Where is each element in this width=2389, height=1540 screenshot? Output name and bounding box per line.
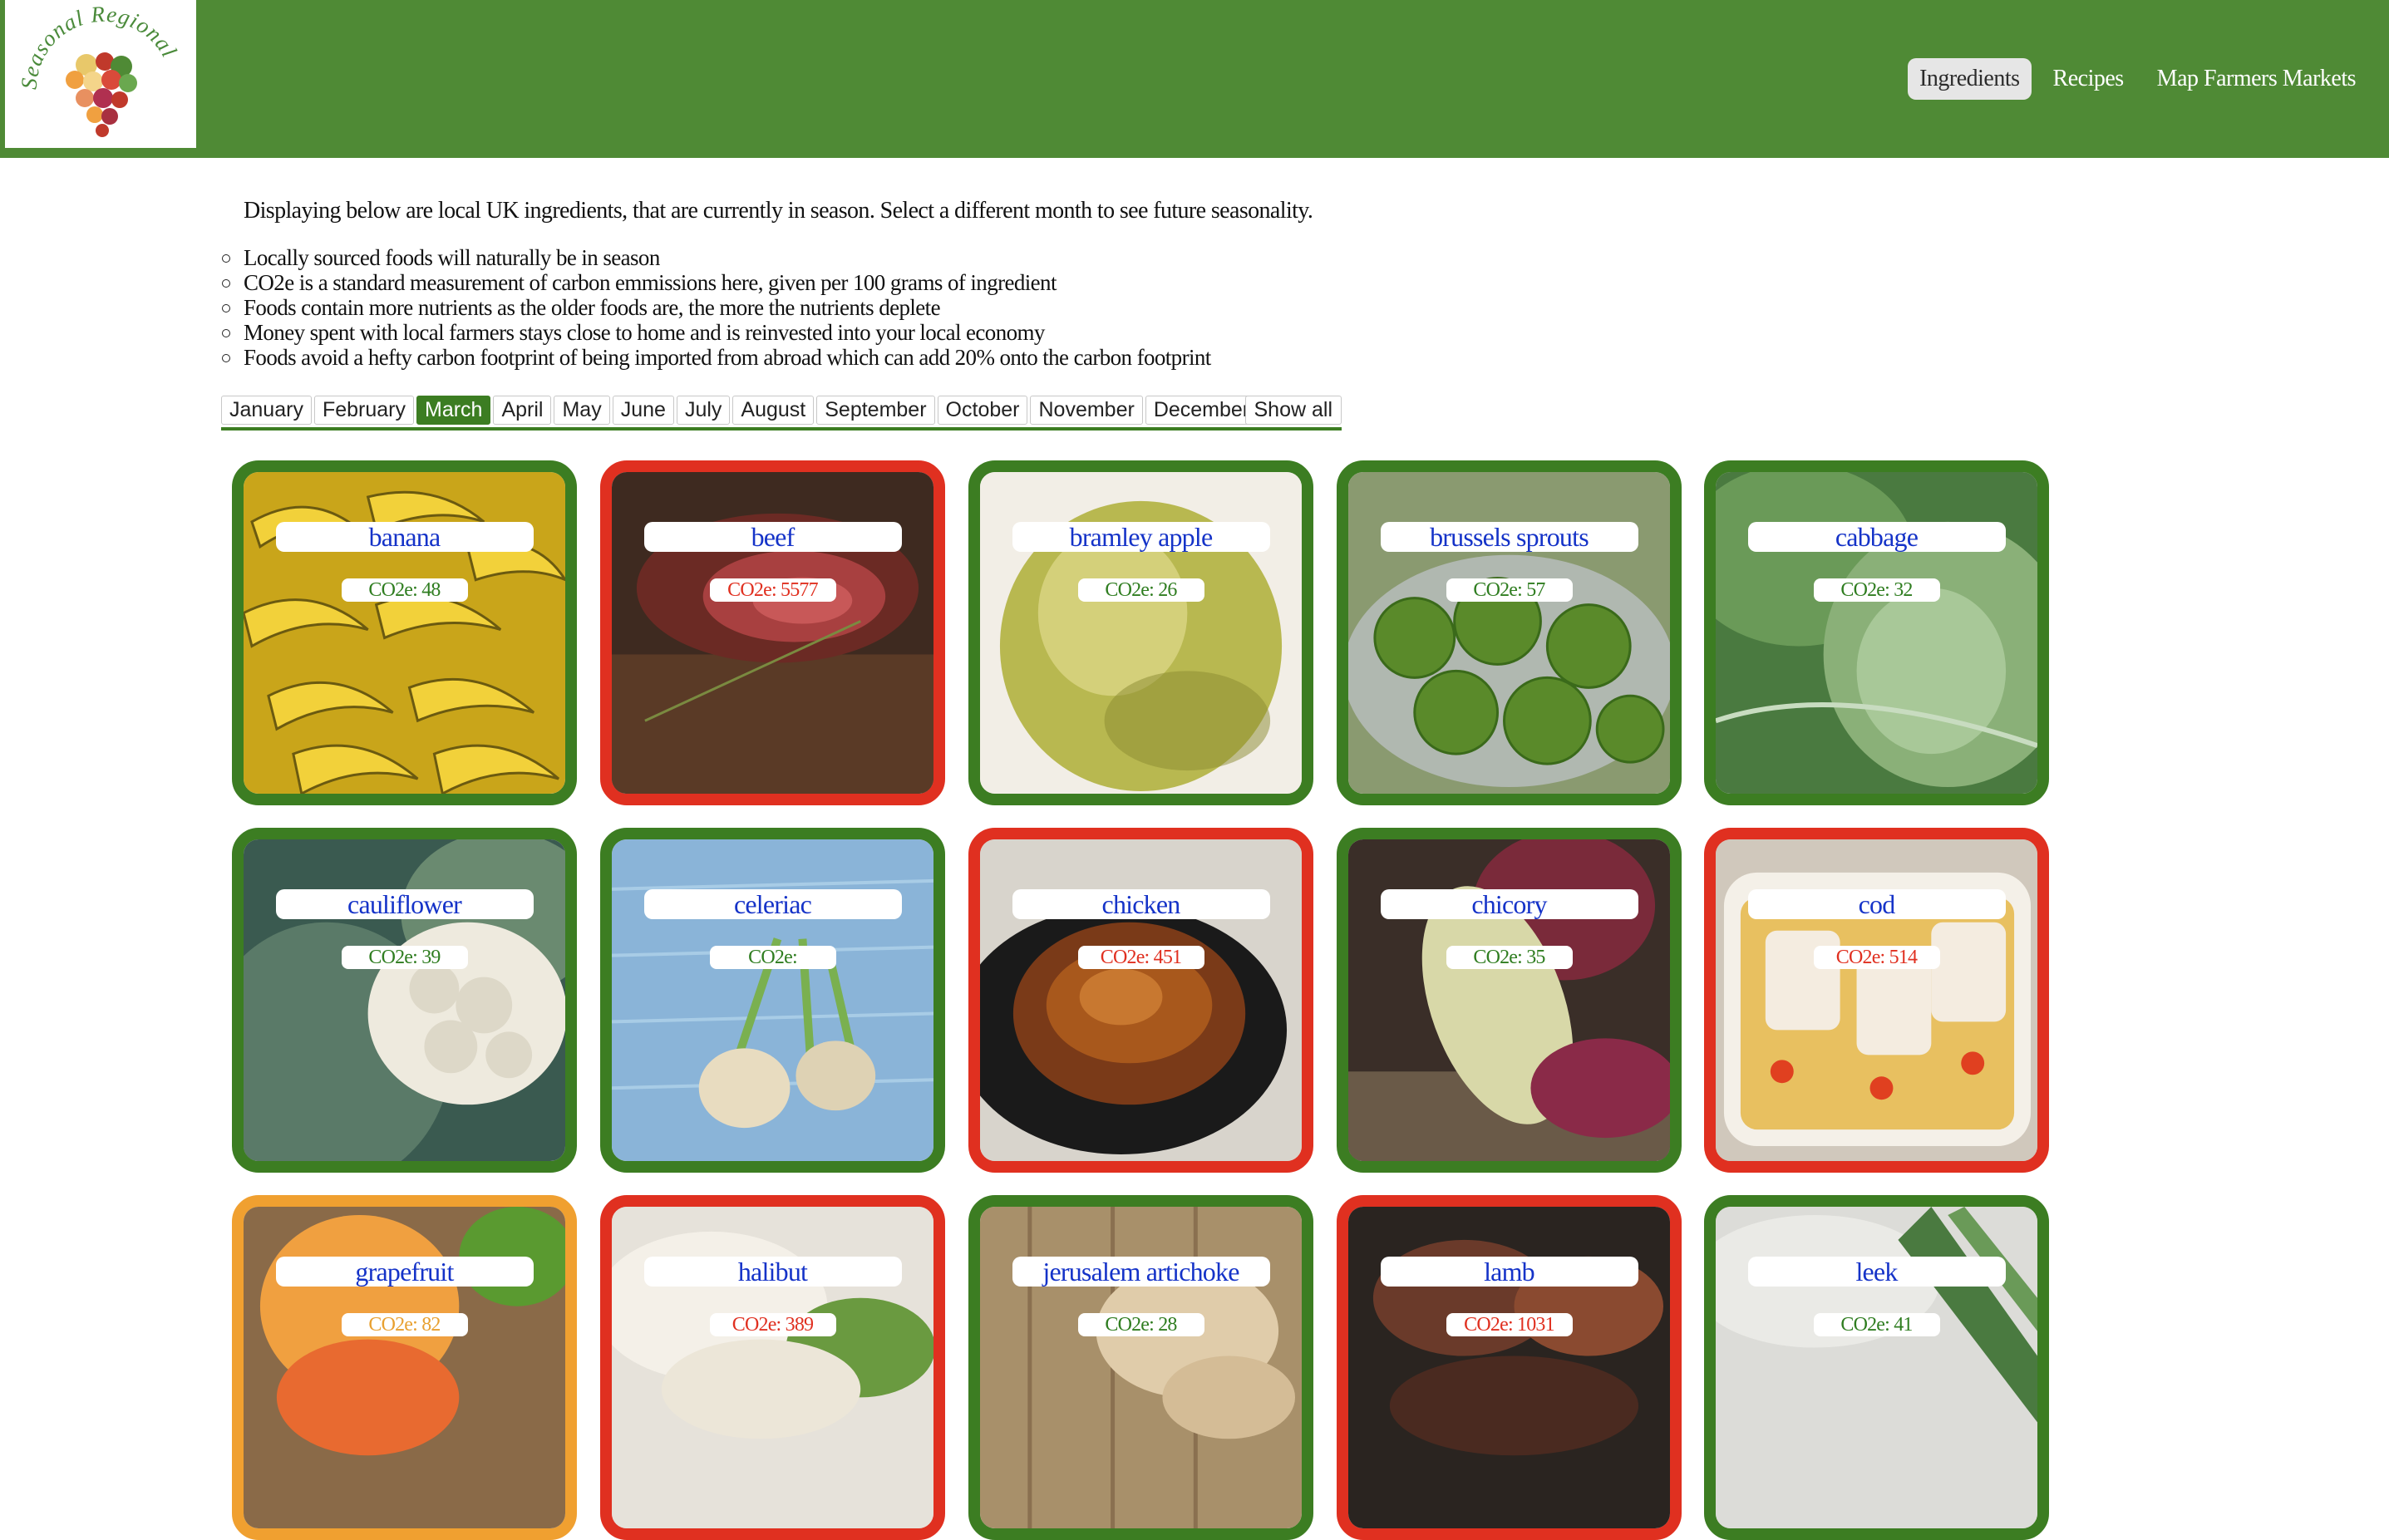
ingredient-name: jerusalem artichoke — [1012, 1257, 1270, 1287]
ingredient-card-grapefruit[interactable]: grapefruit CO2e: 82 — [232, 1195, 577, 1540]
ingredient-name: cod — [1747, 889, 2006, 919]
co2e-value: CO2e: 26 — [1077, 578, 1204, 602]
lamb-photo — [1348, 1207, 1670, 1528]
ingredient-name: celeriac — [643, 889, 902, 919]
beef-photo — [612, 472, 933, 794]
ingredient-card-jerusalem-artichoke[interactable]: jerusalem artichoke CO2e: 28 — [968, 1195, 1313, 1540]
co2e-value: CO2e: 28 — [1077, 1313, 1204, 1336]
cauliflower-photo — [244, 839, 565, 1161]
ingredient-card-banana[interactable]: banana CO2e: 48 — [232, 460, 577, 805]
ingredient-card-brussels-sprouts[interactable]: brussels sprouts CO2e: 57 — [1337, 460, 1682, 805]
halibut-photo — [612, 1207, 933, 1528]
ingredient-card-cauliflower[interactable]: cauliflower CO2e: 39 — [232, 828, 577, 1173]
co2e-value: CO2e: 39 — [341, 946, 468, 969]
ingredient-card-lamb[interactable]: lamb CO2e: 1031 — [1337, 1195, 1682, 1540]
ingredient-card-beef[interactable]: beef CO2e: 5577 — [600, 460, 945, 805]
cabbage-photo — [1716, 472, 2037, 794]
co2e-value: CO2e: 48 — [341, 578, 468, 602]
co2e-value: CO2e: 1031 — [1446, 1313, 1573, 1336]
co2e-value: CO2e: 32 — [1813, 578, 1940, 602]
ingredient-name: cauliflower — [275, 889, 534, 919]
brussels-sprouts-photo — [1348, 472, 1670, 794]
chicory-photo — [1348, 839, 1670, 1161]
ingredient-name: leek — [1747, 1257, 2006, 1287]
celeriac-photo — [612, 839, 933, 1161]
leek-photo — [1716, 1207, 2037, 1528]
ingredient-card-bramley-apple[interactable]: bramley apple CO2e: 26 — [968, 460, 1313, 805]
ingredient-card-chicken[interactable]: chicken CO2e: 451 — [968, 828, 1313, 1173]
ingredient-name: grapefruit — [275, 1257, 534, 1287]
ingredient-name: bramley apple — [1012, 522, 1270, 552]
banana-photo — [244, 472, 565, 794]
ingredient-card-cabbage[interactable]: cabbage CO2e: 32 — [1704, 460, 2049, 805]
ingredient-name: brussels sprouts — [1380, 522, 1638, 552]
ingredient-grid: banana CO2e: 48 beef CO2e: 5577 bramley … — [0, 0, 2389, 1540]
co2e-value: CO2e: 82 — [341, 1313, 468, 1336]
co2e-value: CO2e: 389 — [709, 1313, 836, 1336]
co2e-value: CO2e: 41 — [1813, 1313, 1940, 1336]
ingredient-card-chicory[interactable]: chicory CO2e: 35 — [1337, 828, 1682, 1173]
co2e-value: CO2e: 451 — [1077, 946, 1204, 969]
ingredient-name: cabbage — [1747, 522, 2006, 552]
jerusalem-artichoke-photo — [980, 1207, 1302, 1528]
co2e-value: CO2e: 514 — [1813, 946, 1940, 969]
co2e-value: CO2e: 35 — [1446, 946, 1573, 969]
chicken-photo — [980, 839, 1302, 1161]
ingredient-card-leek[interactable]: leek CO2e: 41 — [1704, 1195, 2049, 1540]
co2e-value: CO2e: 57 — [1446, 578, 1573, 602]
grapefruit-photo — [244, 1207, 565, 1528]
apple-photo — [980, 472, 1302, 794]
ingredient-name: chicken — [1012, 889, 1270, 919]
ingredient-name: chicory — [1380, 889, 1638, 919]
ingredient-name: halibut — [643, 1257, 902, 1287]
cod-photo — [1716, 839, 2037, 1161]
ingredient-name: banana — [275, 522, 534, 552]
ingredient-name: lamb — [1380, 1257, 1638, 1287]
ingredient-card-celeriac[interactable]: celeriac CO2e: — [600, 828, 945, 1173]
co2e-value: CO2e: — [709, 946, 836, 969]
co2e-value: CO2e: 5577 — [709, 578, 836, 602]
ingredient-card-halibut[interactable]: halibut CO2e: 389 — [600, 1195, 945, 1540]
ingredient-card-cod[interactable]: cod CO2e: 514 — [1704, 828, 2049, 1173]
ingredient-name: beef — [643, 522, 902, 552]
